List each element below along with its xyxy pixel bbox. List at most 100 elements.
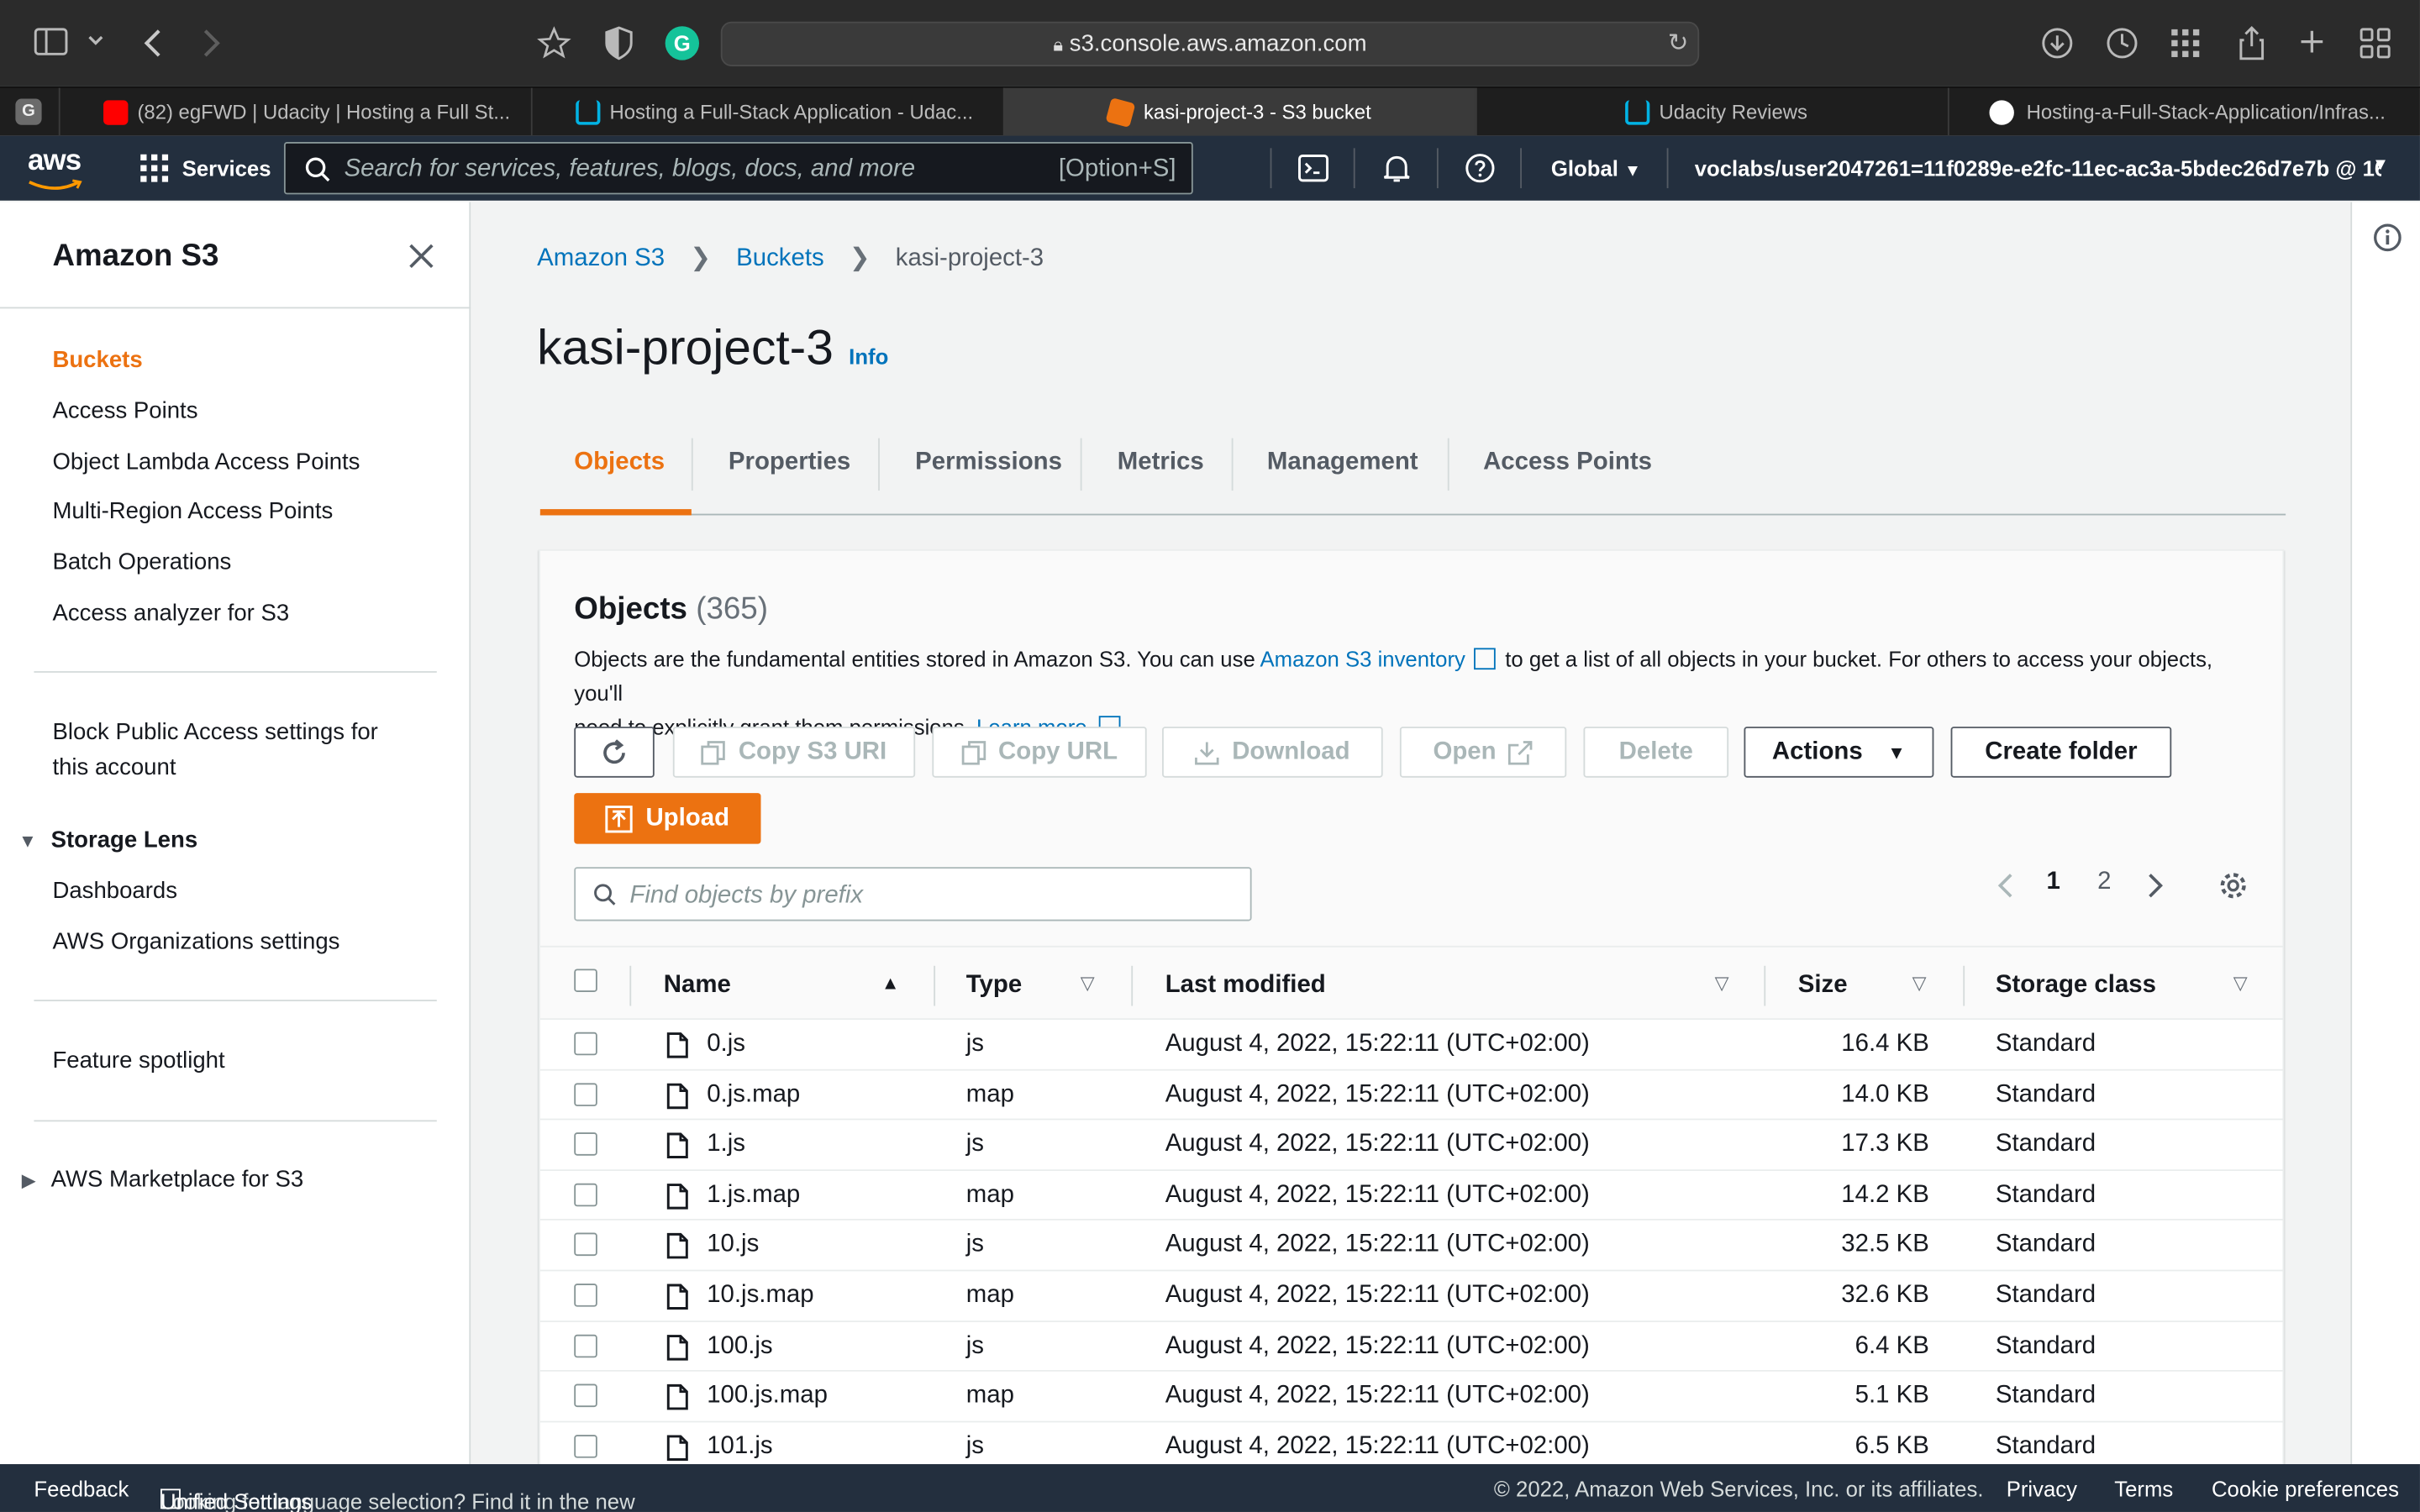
row-checkbox[interactable] — [574, 1082, 597, 1106]
services-menu[interactable]: Services — [182, 156, 271, 181]
s3-inventory-link[interactable]: Amazon S3 inventory — [1260, 647, 1465, 671]
breadcrumb-buckets[interactable]: Buckets — [736, 245, 824, 271]
row-checkbox[interactable] — [574, 1383, 597, 1408]
page-1[interactable]: 1 — [2046, 869, 2060, 896]
caret-right-icon[interactable]: ▶ — [22, 1169, 36, 1191]
service-search-input[interactable]: Search for services, features, blogs, do… — [283, 141, 1193, 195]
sidebar-toggle-icon[interactable] — [34, 28, 68, 55]
forward-icon[interactable] — [201, 28, 223, 59]
browser-tab-1[interactable]: (82) egFWD | Udacity | Hosting a Full St… — [58, 87, 531, 138]
table-row[interactable]: 0.js js August 4, 2022, 15:22:11 (UTC+02:0… — [539, 1020, 2283, 1070]
services-grid-icon[interactable] — [140, 154, 169, 182]
apps-grid-icon[interactable] — [2170, 28, 2201, 59]
caret-down-icon[interactable]: ▼ — [2372, 156, 2389, 175]
close-icon[interactable] — [408, 242, 435, 270]
history-icon[interactable] — [2105, 26, 2139, 60]
sidebar-item-marketplace[interactable]: AWS Marketplace for S3 — [51, 1167, 304, 1193]
help-icon[interactable] — [1465, 153, 1496, 184]
table-row[interactable]: 1.js js August 4, 2022, 15:22:11 (UTC+02:0… — [539, 1120, 2283, 1171]
unified-settings-link[interactable]: Unified Settings — [160, 1488, 312, 1512]
sidebar-item-access-analyzer[interactable]: Access analyzer for S3 — [52, 600, 289, 626]
browser-tab-4[interactable]: Udacity Reviews — [1475, 87, 1948, 138]
col-last-modified[interactable]: Last modified — [1165, 972, 1326, 1000]
col-size[interactable]: Size — [1798, 972, 1848, 1000]
page-2[interactable]: 2 — [2097, 869, 2111, 896]
download-button[interactable]: Download — [1162, 727, 1383, 778]
grammarly-icon[interactable]: G — [665, 26, 700, 60]
browser-tab-3[interactable]: kasi-project-3 - S3 bucket — [1002, 87, 1476, 138]
chevron-down-icon[interactable] — [87, 33, 105, 48]
caret-down-icon[interactable]: ▼ — [18, 830, 37, 852]
sidebar-item-access-points[interactable]: Access Points — [52, 398, 197, 424]
aws-logo[interactable]: aws — [28, 145, 82, 179]
col-storage-class[interactable]: Storage class — [1996, 972, 2156, 1000]
next-page-icon[interactable] — [2147, 872, 2165, 900]
tab-properties[interactable]: Properties — [729, 449, 850, 476]
storage-lens-section[interactable]: Storage Lens — [51, 827, 198, 853]
table-row[interactable]: 10.js js August 4, 2022, 15:22:11 (UTC+02:… — [539, 1221, 2283, 1272]
account-menu[interactable]: voclabs/user2047261=11f0289e-e2fc-11ec-a… — [1695, 156, 2381, 181]
reload-icon[interactable]: ↻ — [1668, 24, 1689, 66]
cloudshell-icon[interactable] — [1298, 153, 1329, 184]
back-icon[interactable] — [142, 28, 164, 59]
tab-metrics[interactable]: Metrics — [1118, 449, 1204, 476]
tab-access-points[interactable]: Access Points — [1483, 449, 1652, 476]
delete-button[interactable]: Delete — [1583, 727, 1729, 778]
privacy-link[interactable]: Privacy — [2007, 1477, 2077, 1501]
table-row[interactable]: 100.js.map map August 4, 2022, 15:22:11 (U… — [539, 1372, 2283, 1423]
feedback-link[interactable]: Feedback — [34, 1477, 129, 1501]
row-checkbox[interactable] — [574, 1032, 597, 1056]
terms-link[interactable]: Terms — [2114, 1477, 2173, 1501]
bell-icon[interactable] — [1381, 153, 1413, 184]
row-checkbox[interactable] — [574, 1233, 597, 1257]
address-bar[interactable]: 🔒︎ s3.console.aws.amazon.com ↻ — [720, 21, 1700, 66]
object-name-link[interactable]: 0.js — [707, 1031, 745, 1058]
copy-url-button[interactable]: Copy URL — [932, 727, 1147, 778]
sidebar-item-org-settings[interactable]: AWS Organizations settings — [52, 929, 339, 955]
object-name-link[interactable]: 101.js — [707, 1433, 772, 1461]
object-name-link[interactable]: 100.js.map — [707, 1383, 828, 1410]
row-checkbox[interactable] — [574, 1284, 597, 1307]
table-row[interactable]: 0.js.map map August 4, 2022, 15:22:11 (UTC… — [539, 1069, 2283, 1121]
browser-tab-2[interactable]: Hosting a Full-Stack Application - Udac.… — [530, 87, 1003, 138]
sidebar-item-batch-operations[interactable]: Batch Operations — [52, 549, 231, 575]
browser-tab-5[interactable]: Hosting-a-Full-Stack-Application/Infras.… — [1947, 87, 2420, 138]
sort-icon[interactable]: ▽ — [1912, 972, 1927, 994]
star-icon[interactable] — [537, 26, 571, 60]
col-name[interactable]: Name — [664, 972, 731, 1000]
sidebar-item-dashboards[interactable]: Dashboards — [52, 878, 177, 904]
sort-icon[interactable]: ▽ — [2233, 972, 2248, 994]
row-checkbox[interactable] — [574, 1434, 597, 1458]
object-name-link[interactable]: 0.js.map — [707, 1081, 800, 1109]
table-row[interactable]: 10.js.map map August 4, 2022, 15:22:11 (UT… — [539, 1271, 2283, 1322]
object-name-link[interactable]: 1.js.map — [707, 1182, 800, 1210]
tab-overview-icon[interactable] — [2360, 28, 2391, 59]
table-row[interactable]: 1.js.map map August 4, 2022, 15:22:11 (UTC… — [539, 1170, 2283, 1221]
sidebar-item-feature-spotlight[interactable]: Feature spotlight — [52, 1047, 224, 1074]
col-type[interactable]: Type — [966, 972, 1022, 1000]
new-tab-icon[interactable] — [2298, 28, 2326, 55]
tab-management[interactable]: Management — [1267, 449, 1418, 476]
breadcrumb-amazon-s3[interactable]: Amazon S3 — [537, 245, 665, 271]
object-name-link[interactable]: 1.js — [707, 1131, 745, 1159]
object-name-link[interactable]: 10.js.map — [707, 1282, 813, 1310]
row-checkbox[interactable] — [574, 1132, 597, 1157]
table-row[interactable]: 100.js js August 4, 2022, 15:22:11 (UTC+02… — [539, 1321, 2283, 1373]
sidebar-item-block-public-access[interactable]: Block Public Access settings for this ac… — [52, 719, 377, 780]
row-checkbox[interactable] — [574, 1333, 597, 1357]
find-objects-input[interactable]: Find objects by prefix — [574, 867, 1252, 921]
actions-button[interactable]: Actions ▼ — [1744, 727, 1934, 778]
info-link[interactable]: Info — [849, 344, 888, 369]
tab-objects[interactable]: Objects — [574, 449, 665, 476]
row-checkbox[interactable] — [574, 1183, 597, 1206]
create-folder-button[interactable]: Create folder — [1950, 727, 2172, 778]
info-circle-icon[interactable] — [2374, 223, 2402, 252]
sort-icon[interactable]: ▽ — [1715, 972, 1729, 994]
open-button[interactable]: Open — [1399, 727, 1567, 778]
sidebar-item-buckets[interactable]: Buckets — [52, 347, 142, 373]
refresh-button[interactable] — [574, 727, 655, 778]
upload-button[interactable]: Upload — [574, 793, 761, 844]
cookie-preferences-link[interactable]: Cookie preferences — [2212, 1477, 2399, 1501]
object-name-link[interactable]: 100.js — [707, 1332, 772, 1360]
share-icon[interactable] — [2238, 24, 2265, 61]
